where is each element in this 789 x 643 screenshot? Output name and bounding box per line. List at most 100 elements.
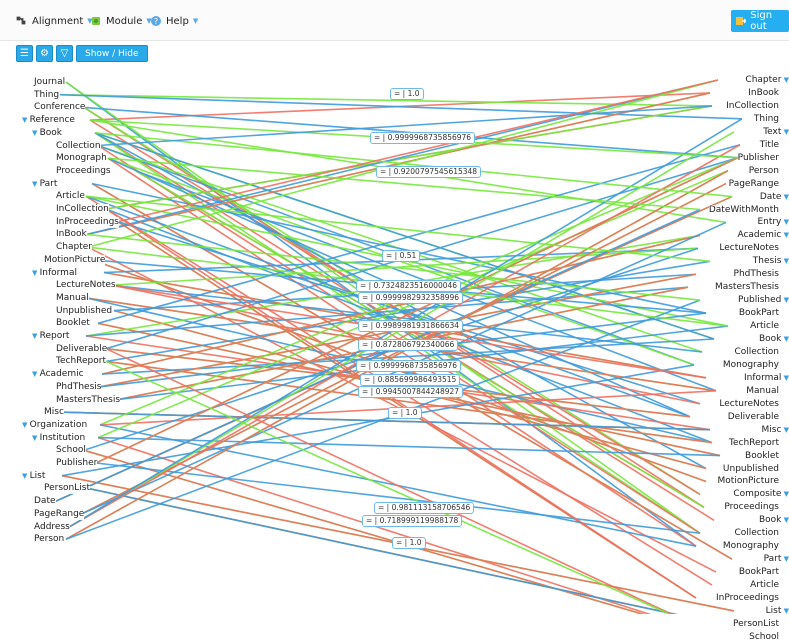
left-tree-item[interactable]: ▼ Part [32,178,58,190]
expand-toggle-icon[interactable]: ▼ [781,257,789,265]
expand-toggle-icon[interactable]: ▼ [781,426,789,434]
left-tree-item[interactable]: Thing [34,89,60,101]
right-tree-item[interactable]: Informal ▼ [744,372,789,384]
left-tree-item[interactable]: Monograph [56,153,107,165]
expand-toggle-icon[interactable]: ▼ [781,296,789,304]
left-tree-item[interactable]: Journal [34,77,66,88]
right-tree-item[interactable]: Chapter ▼ [745,75,789,86]
left-tree-item[interactable]: ▼ Academic [32,369,84,381]
right-tree-item[interactable]: InProceedings [716,593,779,604]
left-tree-item[interactable]: Misc [44,407,64,419]
left-tree-item[interactable]: ▼ Reference [22,115,75,127]
left-tree-item[interactable]: Chapter [56,242,92,254]
right-tree-item[interactable]: Composite ▼ [733,489,789,501]
right-tree-item[interactable]: Unpublished [722,463,779,475]
right-tree-item[interactable]: Article [750,321,779,333]
expand-toggle-icon[interactable]: ▼ [32,332,40,340]
right-tree-item[interactable]: Entry ▼ [757,217,789,229]
left-tree-item[interactable]: ▼ Book [32,127,63,139]
left-tree-item[interactable]: Address [34,521,70,533]
right-tree-item[interactable]: BookPart [738,567,779,579]
left-tree-item[interactable]: PersonList [44,483,90,495]
expand-toggle-icon[interactable]: ▼ [32,180,40,188]
left-tree-item[interactable]: PhdThesis [56,381,102,393]
right-tree-item[interactable]: Published ▼ [738,295,789,307]
right-tree-item[interactable]: InCollection [726,100,779,112]
left-tree-item[interactable]: ▼ List [22,470,46,482]
right-tree-item[interactable]: DateWithMonth [708,204,779,216]
expand-toggle-icon[interactable]: ▼ [22,116,30,124]
right-tree-item[interactable]: InBook [748,87,779,99]
left-tree-item[interactable]: Unpublished [56,305,113,317]
expand-toggle-icon[interactable]: ▼ [32,129,40,137]
similarity-score-badge[interactable]: = | 1.0 [390,88,424,100]
left-tree-item[interactable]: MotionPicture [44,254,106,266]
left-tree-item[interactable]: Collection [56,140,101,152]
right-tree-item[interactable]: Academic ▼ [737,230,789,242]
expand-toggle-icon[interactable]: ▼ [22,472,30,480]
right-tree-item[interactable]: LectureNotes [719,398,779,410]
expand-toggle-icon[interactable]: ▼ [781,490,789,498]
similarity-score-badge[interactable]: = | 0.9200797545615348 [376,166,482,178]
expand-toggle-icon[interactable]: ▼ [32,434,40,442]
right-tree-item[interactable]: School [749,631,779,643]
left-tree-item[interactable]: ▼ Report [32,331,70,342]
similarity-score-badge[interactable]: = | 0.9999968735856976 [370,132,476,144]
right-tree-item[interactable]: MastersThesis [714,282,779,294]
similarity-score-badge[interactable]: = | 1.0 [392,537,426,549]
similarity-score-badge[interactable]: = | 1.0 [388,407,422,419]
right-tree-item[interactable]: List ▼ [765,605,789,617]
right-tree-item[interactable]: Deliverable [727,411,779,423]
expand-toggle-icon[interactable]: ▼ [781,374,789,382]
right-tree-item[interactable]: Thesis ▼ [752,256,789,268]
right-tree-item[interactable]: Monography [722,541,779,553]
expand-toggle-icon[interactable]: ▼ [781,76,789,84]
right-tree-item[interactable]: Booklet [745,450,779,462]
right-tree-item[interactable]: Text ▼ [763,126,789,138]
expand-toggle-icon[interactable]: ▼ [781,555,789,563]
left-tree-item[interactable]: Manual [56,292,89,304]
left-tree-item[interactable]: ▼ Institution [32,432,86,444]
similarity-score-badge[interactable]: = | 0.872806792340066 [358,339,459,351]
right-tree-item[interactable]: Publisher [737,152,779,164]
left-tree-item[interactable]: Booklet [56,318,90,330]
left-tree-item[interactable]: MastersThesis [56,394,121,406]
right-tree-item[interactable]: Article [750,580,779,592]
expand-toggle-icon[interactable]: ▼ [781,193,789,201]
left-tree-item[interactable]: Person [34,534,65,546]
right-tree-item[interactable]: Thing [753,113,779,125]
expand-toggle-icon[interactable]: ▼ [22,421,30,429]
right-tree-item[interactable]: PhdThesis [733,269,779,281]
left-tree-item[interactable]: Article [56,191,85,203]
right-tree-item[interactable]: LectureNotes [719,243,779,255]
right-tree-item[interactable]: Title [759,139,779,151]
right-tree-item[interactable]: Manual [746,385,779,397]
right-tree-item[interactable]: Monography [722,359,779,371]
right-tree-item[interactable]: Collection [734,528,779,540]
right-tree-item[interactable]: Book ▼ [758,334,789,345]
right-tree-item[interactable]: PersonList [733,618,779,630]
left-tree-item[interactable]: Publisher [56,458,98,469]
right-tree-item[interactable]: Misc ▼ [761,424,789,436]
right-tree-item[interactable]: Date ▼ [759,191,789,203]
left-tree-item[interactable]: Proceedings [56,165,111,177]
left-tree-item[interactable]: InCollection [56,204,109,215]
left-tree-item[interactable]: Conference [34,102,86,114]
similarity-score-badge[interactable]: = | 0.885699986493515 [360,374,461,386]
similarity-score-badge[interactable]: = | 0.9945007844248927 [358,386,464,398]
expand-toggle-icon[interactable]: ▼ [781,218,789,226]
left-tree-item[interactable]: PageRange [34,508,85,520]
right-tree-item[interactable]: Book ▼ [758,515,789,527]
right-tree-item[interactable]: Collection [734,346,779,358]
similarity-score-badge[interactable]: = | 0.9989981931866634 [358,320,464,332]
left-tree-item[interactable]: InBook [56,229,87,241]
expand-toggle-icon[interactable]: ▼ [781,516,789,524]
left-tree-item[interactable]: InProceedings [56,216,119,228]
right-tree-item[interactable]: MotionPicture [717,476,779,488]
expand-toggle-icon[interactable]: ▼ [32,370,40,378]
similarity-score-badge[interactable]: = | 0.7324823516000046 [356,280,462,292]
right-tree-item[interactable]: PageRange [728,178,779,190]
left-tree-item[interactable]: ▼ Informal [32,267,77,279]
correspondence-line[interactable] [65,81,697,547]
right-tree-item[interactable]: Part ▼ [763,554,789,566]
